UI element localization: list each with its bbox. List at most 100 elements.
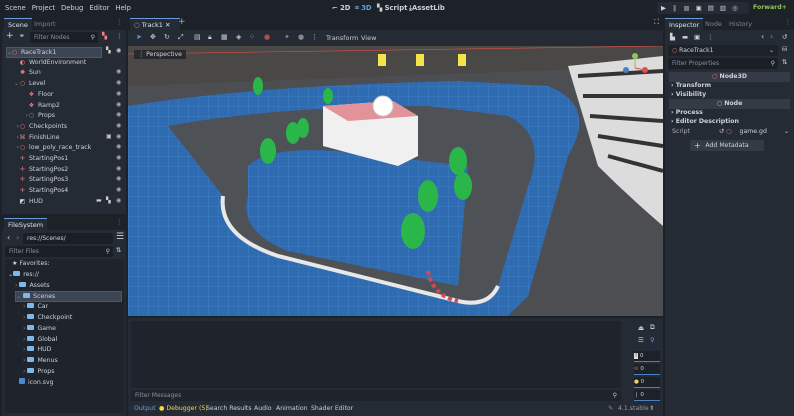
tree-item[interactable]: ❖ Floor xyxy=(6,90,126,101)
open-folder-icon[interactable]: ▬ xyxy=(682,33,688,41)
folder-res[interactable]: ⌄ res:// xyxy=(8,270,39,281)
filter-properties-input[interactable]: Filter Properties ⚲ xyxy=(668,58,778,69)
main-screen-script[interactable]: ▚ Script xyxy=(377,0,407,16)
messages-filter[interactable]: ! 0 xyxy=(634,351,660,362)
script-icon[interactable]: ▚ xyxy=(106,197,111,204)
reset-icon[interactable]: ↺ xyxy=(719,128,724,135)
collapse-arrow-icon[interactable]: › xyxy=(23,346,25,353)
perspective-menu[interactable]: ⋮ Perspective xyxy=(134,50,186,59)
visibility-eye-icon[interactable]: ◉ xyxy=(116,122,122,129)
tree-item[interactable]: ›○ Checkpoints xyxy=(6,122,126,133)
filter-nodes-input[interactable]: Filter Nodes ⚲ xyxy=(30,32,98,43)
collapse-arrow-icon[interactable]: › xyxy=(23,336,25,343)
forward-icon[interactable]: › xyxy=(16,233,19,242)
collapse-arrow-icon[interactable]: › xyxy=(23,314,25,321)
tree-item[interactable]: ⌄○ Level xyxy=(6,79,126,90)
tab-debugger[interactable]: ● Debugger (5) xyxy=(159,405,208,412)
tab-node[interactable]: Node xyxy=(701,18,726,30)
object-properties-icon[interactable]: ⛁ xyxy=(782,45,787,53)
new-tab-icon[interactable]: + xyxy=(178,17,186,27)
main-screen-2d[interactable]: ⌐ 2D xyxy=(332,0,350,16)
main-screen-assetlib[interactable]: ⤓AssetLib xyxy=(409,0,445,16)
script-icon[interactable]: ▚ xyxy=(106,47,111,54)
object-selector[interactable]: ○ RaceTrack1 ⌄ xyxy=(668,45,778,56)
tree-item[interactable]: ◐ WorldEnvironment xyxy=(6,58,126,69)
filter-messages-input[interactable]: Filter Messages ⚲ xyxy=(131,390,621,401)
tab-audio[interactable]: Audio xyxy=(254,405,272,412)
collapse-arrow-icon[interactable]: › xyxy=(23,368,25,375)
pause-icon[interactable]: ❚ xyxy=(672,4,683,12)
lock-icon[interactable]: 🔒︎ xyxy=(208,33,212,42)
dock-menu-icon[interactable]: ⋮ xyxy=(117,18,124,26)
environment-preview-icon[interactable]: ● xyxy=(298,33,304,41)
camera-override-icon[interactable]: ● xyxy=(264,33,270,41)
tree-item[interactable]: ✛ StartingPos1 xyxy=(6,154,126,165)
move-tool-icon[interactable]: ✥ xyxy=(150,33,156,41)
tree-item[interactable]: ⌄○ RaceTrack1 xyxy=(6,47,102,58)
menu-editor[interactable]: Editor xyxy=(86,0,112,16)
new-resource-icon[interactable]: ▙ xyxy=(670,33,675,41)
distraction-free-icon[interactable]: ⛶ xyxy=(654,18,659,27)
scale-tool-icon[interactable]: ⤢ xyxy=(178,33,184,42)
tab-inspector[interactable]: Inspector xyxy=(665,18,704,30)
transform-menu[interactable]: Transform xyxy=(326,34,358,42)
group-visibility[interactable]: › Visibility xyxy=(671,91,706,98)
back-icon[interactable]: ‹ xyxy=(761,32,764,41)
tab-history[interactable]: History xyxy=(725,18,756,30)
pin-panel-icon[interactable]: ⫪ xyxy=(650,405,654,413)
group-editor-description[interactable]: › Editor Description xyxy=(671,118,739,125)
folder-item[interactable]: › Props xyxy=(23,367,54,378)
visibility-eye-icon[interactable]: ◉ xyxy=(116,197,122,204)
collapse-arrow-icon[interactable]: › xyxy=(23,357,25,364)
filter-files-input[interactable]: Filter Files ⚲ xyxy=(5,246,113,257)
collapse-arrow-icon[interactable]: › xyxy=(6,122,19,133)
scene-menu-icon[interactable]: ⋮ xyxy=(116,32,123,40)
collapse-icon[interactable]: ☰ xyxy=(638,336,644,344)
visibility-eye-icon[interactable]: ◉ xyxy=(116,101,122,108)
menu-project[interactable]: Project xyxy=(29,0,58,16)
split-mode-icon[interactable]: ☰ xyxy=(116,232,124,242)
view-menu[interactable]: View xyxy=(361,34,376,42)
menu-help[interactable]: Help xyxy=(112,0,134,16)
link-icon[interactable]: ⚭ xyxy=(19,32,25,40)
play-icon[interactable]: ▶ xyxy=(661,4,672,12)
visibility-eye-icon[interactable]: ◉ xyxy=(116,111,122,118)
rotate-tool-icon[interactable]: ↻ xyxy=(164,33,170,41)
tree-item[interactable]: ✛ StartingPos3 xyxy=(6,175,126,186)
folder-item[interactable]: › Game xyxy=(23,324,56,335)
tree-item[interactable]: ✛ StartingPos4 xyxy=(6,186,126,197)
visibility-eye-icon[interactable]: ◉ xyxy=(116,133,122,140)
copy-icon[interactable]: ⧉ xyxy=(650,323,655,332)
expand-arrow-icon[interactable]: ⌄ xyxy=(6,79,19,90)
tab-search-results[interactable]: Search Results xyxy=(206,405,252,412)
visibility-eye-icon[interactable]: ◉ xyxy=(116,154,122,161)
add-node-icon[interactable]: + xyxy=(6,31,14,41)
play-custom-icon[interactable]: ▥ xyxy=(720,4,732,12)
search-icon[interactable]: ⚲ xyxy=(650,336,655,344)
tree-item[interactable]: ✺ Sun xyxy=(6,68,126,79)
folder-item[interactable]: › HUD xyxy=(23,345,51,356)
back-icon[interactable]: ‹ xyxy=(7,233,10,242)
collapse-arrow-icon[interactable]: › xyxy=(6,111,28,122)
3d-viewport[interactable]: ⋮ Perspective xyxy=(128,46,663,316)
folder-item[interactable]: ⌄ Scenes xyxy=(15,291,122,303)
play-scene-icon[interactable]: ▤ xyxy=(708,4,720,12)
stop-icon[interactable]: ■ xyxy=(683,4,695,12)
list-select-icon[interactable]: ▤ xyxy=(194,33,201,41)
tab-shader-editor[interactable]: Shader Editor xyxy=(311,405,353,412)
main-screen-3d[interactable]: ⌗ 3D xyxy=(355,0,372,16)
collapse-arrow-icon[interactable]: ⌄ xyxy=(16,293,21,300)
dock-menu-icon[interactable]: ⋮ xyxy=(785,18,792,26)
favorites-item[interactable]: ★ Favorites: xyxy=(12,259,50,270)
remote-debug-icon[interactable]: ▣ xyxy=(696,4,708,12)
sort-icon[interactable]: ⇅ xyxy=(782,58,787,66)
tab-import[interactable]: Import xyxy=(30,18,60,30)
menu-scene[interactable]: Scene xyxy=(2,0,29,16)
visibility-eye-icon[interactable]: ◉ xyxy=(116,175,122,182)
tree-item[interactable]: ✛ StartingPos2 xyxy=(6,165,126,176)
snap-icon[interactable]: ⁘ xyxy=(249,33,255,41)
errors-filter[interactable]: ⊗ 0 xyxy=(634,364,660,375)
warnings-filter[interactable]: ● 0 xyxy=(634,377,660,388)
attach-script-icon[interactable]: ▚ xyxy=(102,32,107,40)
folder-item[interactable]: › Car xyxy=(23,302,48,313)
